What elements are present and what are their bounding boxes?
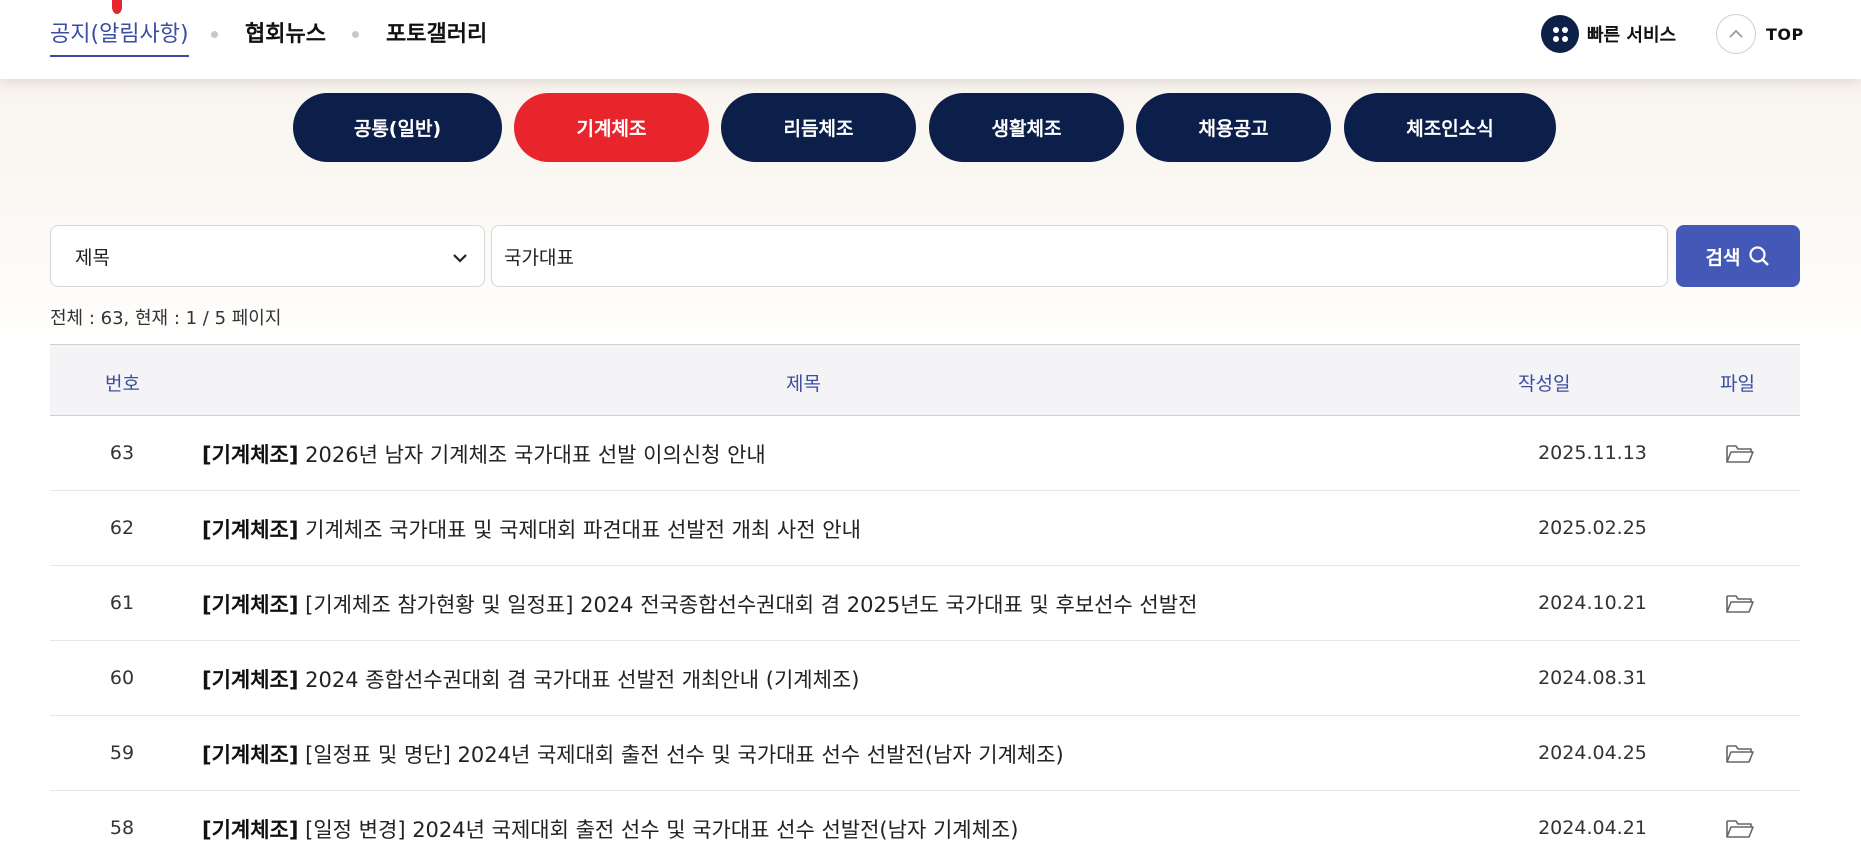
table-row[interactable]: 63 [기계체조] 2026년 남자 기계체조 국가대표 선발 이의신청 안내 … <box>50 416 1800 491</box>
search-input[interactable] <box>491 225 1668 287</box>
folder-icon[interactable] <box>1725 817 1755 839</box>
row-title-text: 2024 종합선수권대회 겸 국가대표 선발전 개최안내 (기계체조) <box>305 668 860 692</box>
scroll-top-button[interactable]: TOP <box>1716 14 1804 54</box>
row-title-text: [일정 변경] 2024년 국제대회 출전 선수 및 국가대표 선수 선발전(남… <box>305 818 1019 842</box>
row-title-link[interactable]: [기계체조] [일정 변경] 2024년 국제대회 출전 선수 및 국가대표 선… <box>202 814 1018 844</box>
row-title-link[interactable]: [기계체조] 기계체조 국가대표 및 국제대회 파견대표 선발전 개최 사전 안… <box>202 514 861 544</box>
tab-photo-gallery[interactable]: 포토갤러리 <box>386 16 487 48</box>
row-title-link[interactable]: [기계체조] 2024 종합선수권대회 겸 국가대표 선발전 개최안내 (기계체… <box>202 664 859 694</box>
header-number: 번호 <box>105 373 140 395</box>
grid-dots-icon <box>1541 15 1579 53</box>
row-number: 60 <box>109 667 135 689</box>
search-field-value: 제목 <box>75 246 110 269</box>
row-category-tag: [기계체조] <box>202 818 299 842</box>
row-date: 2024.08.31 <box>1538 667 1647 689</box>
row-number: 62 <box>109 517 135 539</box>
row-title-text: [기계체조 참가현황 및 일정표] 2024 전국종합선수권대회 겸 2025년… <box>305 593 1198 617</box>
row-category-tag: [기계체조] <box>202 593 299 617</box>
category-rhythmic[interactable]: 리듬체조 <box>721 93 916 162</box>
folder-icon[interactable] <box>1725 592 1755 614</box>
row-number: 61 <box>109 592 135 614</box>
tab-association-news[interactable]: 협회뉴스 <box>245 16 326 48</box>
row-title-text: 2026년 남자 기계체조 국가대표 선발 이의신청 안내 <box>305 443 766 467</box>
row-category-tag: [기계체조] <box>202 443 299 467</box>
scroll-top-label: TOP <box>1766 24 1804 44</box>
category-lifestyle[interactable]: 생활체조 <box>929 93 1124 162</box>
table-row[interactable]: 60 [기계체조] 2024 종합선수권대회 겸 국가대표 선발전 개최안내 (… <box>50 641 1800 716</box>
row-number: 63 <box>109 442 135 464</box>
page-summary: 전체 : 63, 현재 : 1 / 5 페이지 <box>50 308 282 329</box>
search-field-select[interactable]: 제목 <box>50 225 485 287</box>
row-category-tag: [기계체조] <box>202 743 299 767</box>
table-row[interactable]: 59 [기계체조] [일정표 및 명단] 2024년 국제대회 출전 선수 및 … <box>50 716 1800 791</box>
table-header: 번호 제목 작성일 파일 <box>50 344 1800 416</box>
table-row[interactable]: 58 [기계체조] [일정 변경] 2024년 국제대회 출전 선수 및 국가대… <box>50 791 1800 853</box>
header-file: 파일 <box>1720 373 1755 395</box>
row-title-link[interactable]: [기계체조] [일정표 및 명단] 2024년 국제대회 출전 선수 및 국가대… <box>202 739 1064 769</box>
quick-service-button[interactable]: 빠른 서비스 <box>1541 14 1676 54</box>
table-row[interactable]: 61 [기계체조] [기계체조 참가현황 및 일정표] 2024 전국종합선수권… <box>50 566 1800 641</box>
row-date: 2025.02.25 <box>1538 517 1647 539</box>
category-common[interactable]: 공통(일반) <box>293 93 502 162</box>
folder-icon[interactable] <box>1725 742 1755 764</box>
quick-service-label: 빠른 서비스 <box>1587 25 1677 46</box>
notice-table: 번호 제목 작성일 파일 63 [기계체조] 2026년 남자 기계체조 국가대… <box>50 344 1800 853</box>
row-number: 58 <box>109 817 135 839</box>
row-date: 2024.04.21 <box>1538 817 1647 839</box>
tab-separator-dot <box>352 31 359 38</box>
row-title-link[interactable]: [기계체조] 2026년 남자 기계체조 국가대표 선발 이의신청 안내 <box>202 439 766 469</box>
row-title-text: 기계체조 국가대표 및 국제대회 파견대표 선발전 개최 사전 안내 <box>305 518 861 542</box>
folder-icon[interactable] <box>1725 442 1755 464</box>
category-artistic[interactable]: 기계체조 <box>514 93 709 162</box>
search-button-label: 검색 <box>1705 246 1741 269</box>
header-date: 작성일 <box>1518 373 1571 395</box>
active-marker-icon <box>112 0 122 14</box>
row-category-tag: [기계체조] <box>202 518 299 542</box>
search-button[interactable]: 검색 <box>1676 225 1800 287</box>
row-date: 2024.04.25 <box>1538 742 1647 764</box>
row-title-link[interactable]: [기계체조] [기계체조 참가현황 및 일정표] 2024 전국종합선수권대회 … <box>202 589 1197 619</box>
chevron-up-icon <box>1716 14 1756 54</box>
category-gymnast-news[interactable]: 체조인소식 <box>1344 93 1556 162</box>
row-date: 2025.11.13 <box>1538 442 1647 464</box>
row-title-text: [일정표 및 명단] 2024년 국제대회 출전 선수 및 국가대표 선수 선발… <box>305 743 1064 767</box>
tab-notice[interactable]: 공지(알림사항) <box>50 16 189 57</box>
search-icon <box>1749 246 1770 266</box>
row-number: 59 <box>109 742 135 764</box>
table-row[interactable]: 62 [기계체조] 기계체조 국가대표 및 국제대회 파견대표 선발전 개최 사… <box>50 491 1800 566</box>
top-navigation-bar: 공지(알림사항) 협회뉴스 포토갤러리 빠른 서비스 TOP <box>0 0 1861 79</box>
row-date: 2024.10.21 <box>1538 592 1647 614</box>
header-title: 제목 <box>786 373 821 395</box>
tab-separator-dot <box>211 31 218 38</box>
row-category-tag: [기계체조] <box>202 668 299 692</box>
chevron-down-icon <box>452 248 468 267</box>
category-recruitment[interactable]: 채용공고 <box>1136 93 1331 162</box>
